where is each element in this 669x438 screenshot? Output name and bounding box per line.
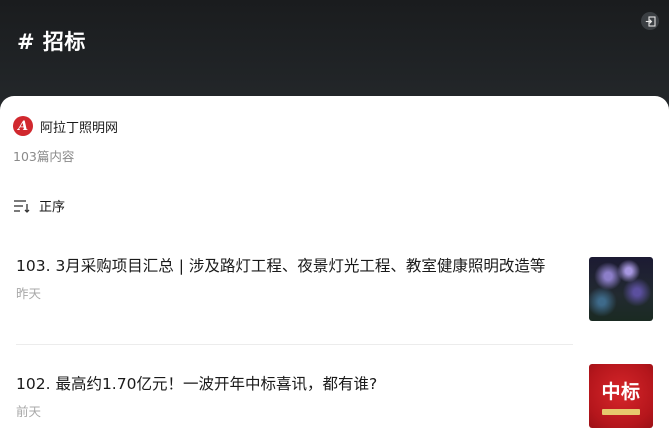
award-thumbnail-text: 中标 xyxy=(601,381,641,403)
article-item[interactable]: 102. 最高约1.70亿元！一波开年中标喜讯，都有谁? 前天 xyxy=(16,372,646,420)
article-item[interactable]: 103. 3月采购项目汇总 | 涉及路灯工程、夜景灯光工程、教室健康照明改造等 … xyxy=(16,254,646,302)
article-time: 前天 xyxy=(16,404,42,419)
sort-toggle[interactable]: 正序 xyxy=(13,196,65,215)
article-time: 昨天 xyxy=(16,286,42,301)
account-header[interactable]: A 阿拉丁照明网 xyxy=(13,116,118,136)
divider xyxy=(16,344,573,345)
award-thumbnail[interactable]: 中标 xyxy=(589,364,653,428)
award-thumbnail-banner xyxy=(602,409,640,415)
page-title: # 招标 xyxy=(17,30,86,54)
article-title[interactable]: 102. 最高约1.70亿元！一波开年中标喜讯，都有谁? xyxy=(16,372,576,396)
content-card: A 阿拉丁照明网 103篇内容 正序 103. 3月采购项目汇总 | 涉及路灯工… xyxy=(0,96,669,438)
exit-button[interactable] xyxy=(641,12,659,30)
sort-icon xyxy=(14,199,30,213)
account-logo: A xyxy=(13,116,33,136)
night-scene-thumbnail[interactable] xyxy=(589,257,653,321)
sort-label: 正序 xyxy=(39,200,66,215)
article-title[interactable]: 103. 3月采购项目汇总 | 涉及路灯工程、夜景灯光工程、教室健康照明改造等 xyxy=(16,254,576,278)
article-count: 103篇内容 xyxy=(13,149,75,164)
account-name[interactable]: 阿拉丁照明网 xyxy=(40,117,118,136)
exit-icon xyxy=(645,15,656,27)
